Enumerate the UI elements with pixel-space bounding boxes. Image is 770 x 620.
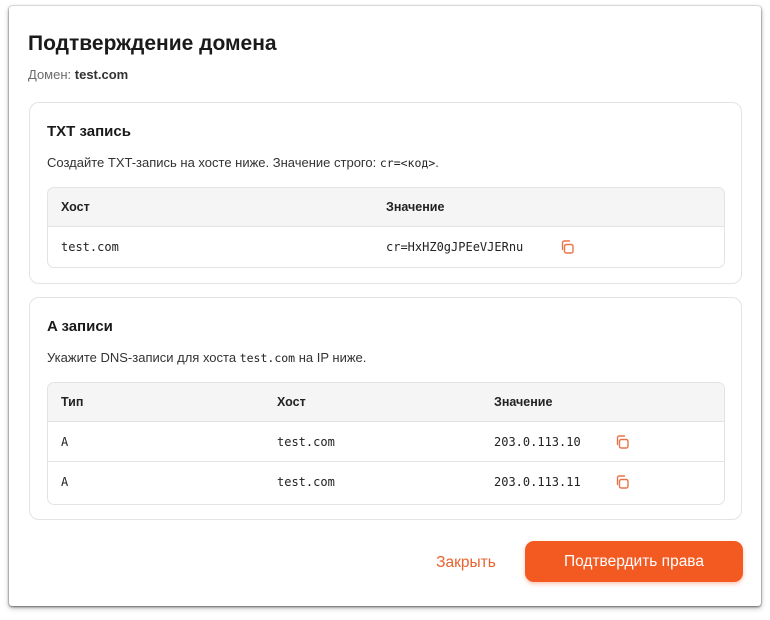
txt-desc-end: . <box>435 155 439 170</box>
txt-desc-code: cr=<код> <box>379 156 436 170</box>
a-type-cell: A <box>61 434 69 449</box>
a-host-cell: test.com <box>277 474 335 489</box>
domain-value: test.com <box>74 67 129 82</box>
confirm-rights-button[interactable]: Подтвердить права <box>525 541 743 582</box>
header-value: Значение <box>494 395 553 409</box>
domain-label: Домен: <box>28 67 72 82</box>
close-button[interactable]: Закрыть <box>421 544 511 582</box>
copy-icon[interactable] <box>614 474 630 490</box>
txt-record-description: Создайте TXT-запись на хосте ниже. Значе… <box>47 155 439 170</box>
a-desc-before: Укажите DNS-записи для хоста <box>47 350 237 365</box>
a-value-cell: 203.0.113.10 <box>494 434 581 449</box>
a-value-cell: 203.0.113.11 <box>494 474 581 489</box>
header-type: Тип <box>61 395 84 409</box>
domain-verification-dialog: Подтверждение домена Домен: test.com TXT… <box>9 6 761 606</box>
a-host-cell: test.com <box>277 434 335 449</box>
a-records-card: A записи Укажите DNS-записи для хоста te… <box>29 297 742 520</box>
txt-record-card: TXT запись Создайте TXT-запись на хосте … <box>29 102 742 284</box>
header-host: Хост <box>61 200 90 214</box>
a-desc-code: test.com <box>239 351 296 365</box>
dialog-subtitle: Домен: test.com <box>28 67 128 82</box>
txt-host-cell: test.com <box>61 239 119 254</box>
txt-record-table: Хост Значение test.com cr=HxHZ0gJPEeVJER… <box>47 187 725 268</box>
txt-value-cell: cr=HxHZ0gJPEeVJERnu <box>386 239 524 254</box>
header-host: Хост <box>277 395 306 409</box>
table-row: A test.com 203.0.113.11 <box>48 461 724 501</box>
a-records-description: Укажите DNS-записи для хоста test.com на… <box>47 350 366 365</box>
txt-desc-text: Создайте TXT-запись на хосте ниже. Значе… <box>47 155 377 170</box>
header-value: Значение <box>386 200 445 214</box>
a-records-title: A записи <box>47 318 113 335</box>
table-header-row: Тип Хост Значение <box>48 383 724 421</box>
a-desc-after: на IP ниже. <box>298 350 367 365</box>
dialog-title: Подтверждение домена <box>28 32 277 55</box>
table-row: A test.com 203.0.113.10 <box>48 421 724 461</box>
copy-icon[interactable] <box>614 434 630 450</box>
copy-icon[interactable] <box>559 239 575 255</box>
txt-record-title: TXT запись <box>47 123 131 140</box>
table-header-row: Хост Значение <box>48 188 724 226</box>
a-type-cell: A <box>61 474 69 489</box>
a-records-table: Тип Хост Значение A test.com 203.0.113.1… <box>47 382 725 505</box>
table-row: test.com cr=HxHZ0gJPEeVJERnu <box>48 226 724 266</box>
